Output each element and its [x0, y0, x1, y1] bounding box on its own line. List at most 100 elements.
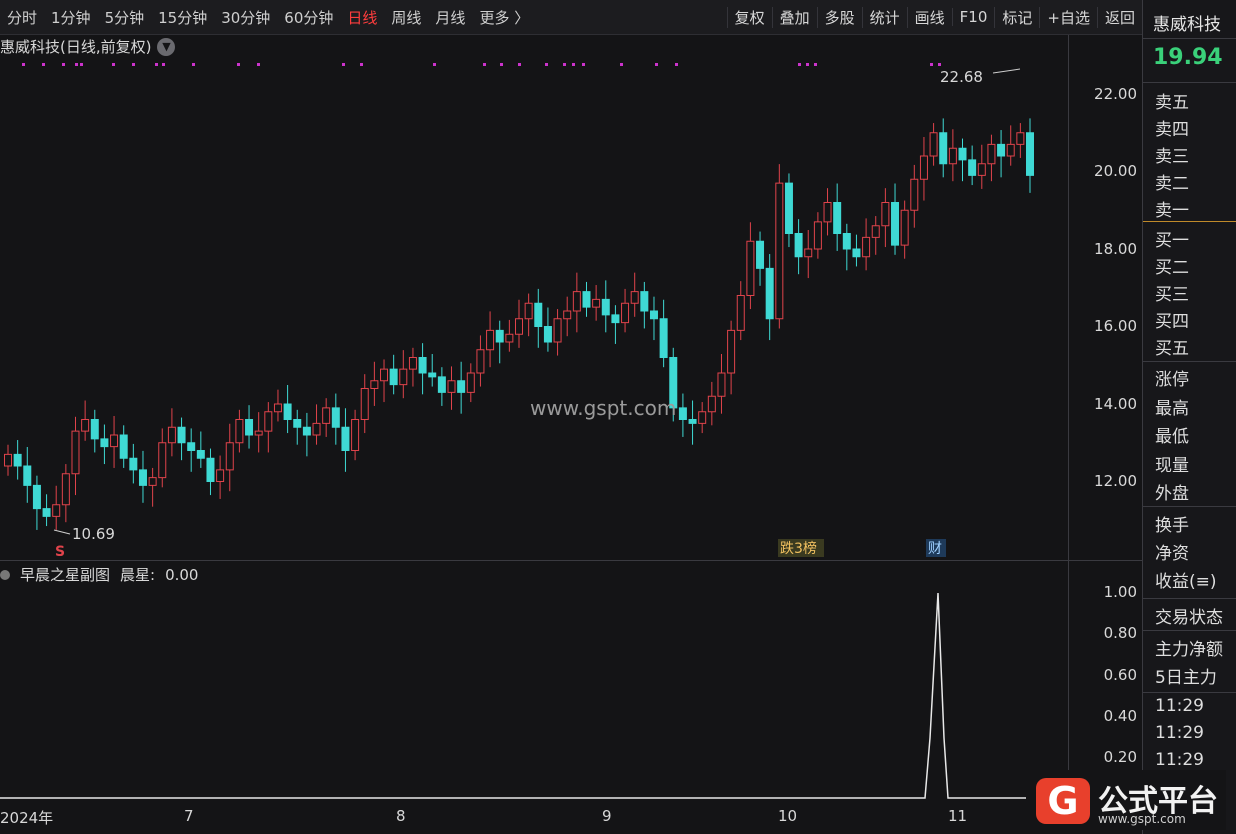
date-tick: 9: [602, 807, 612, 825]
sell-5: 卖五: [1155, 93, 1189, 113]
low-pointer-line: [53, 529, 71, 535]
candle-body: [322, 407, 331, 424]
buy-3: 买三: [1155, 285, 1189, 305]
candle-body: [842, 233, 851, 250]
tab-15min[interactable]: 15分钟: [151, 7, 214, 28]
net-assets-label: 净资: [1155, 544, 1189, 564]
date-tick: 10: [778, 807, 798, 825]
candle-body: [1006, 143, 1015, 157]
tab-monthly[interactable]: 月线: [428, 7, 472, 28]
dragon-tag: 跌3榜: [780, 540, 817, 557]
candle-body: [447, 380, 456, 393]
tab-30min[interactable]: 30分钟: [214, 7, 277, 28]
sub-axis-tick: 1.00: [1103, 583, 1137, 601]
candle-body: [852, 248, 861, 258]
multi-stock-button[interactable]: 多股: [816, 6, 862, 28]
signal-marker: [62, 63, 65, 66]
candle-body: [331, 407, 340, 428]
mark-button[interactable]: 标记: [994, 6, 1039, 28]
signal-marker: [483, 63, 486, 66]
candle-body: [32, 484, 41, 510]
statistics-button[interactable]: 统计: [861, 6, 907, 28]
tab-more[interactable]: 更多 〉: [472, 7, 536, 28]
panel-sep: [1143, 361, 1236, 362]
signal-marker: [132, 63, 135, 66]
signal-marker: [192, 63, 195, 66]
candle-body: [100, 438, 109, 448]
bid-ask-sep: [1143, 221, 1236, 222]
panel-sep: [1143, 506, 1236, 507]
sub-chart-name: 早晨之星副图: [20, 566, 111, 584]
candle-body: [563, 310, 572, 320]
candle-body: [871, 225, 880, 238]
sub-axis-tick: 0.40: [1103, 707, 1137, 725]
candle-body: [273, 403, 282, 413]
candle-body: [727, 329, 736, 374]
tab-60min[interactable]: 60分钟: [277, 7, 340, 28]
candle-body: [13, 453, 22, 467]
indicator-toggle-icon[interactable]: [0, 569, 10, 580]
signal-marker: [798, 63, 801, 66]
quote-panel: 惠威科技 19.94 卖五 卖四 卖三 卖二 卖一 买一 买二 买三 买四 买五…: [1142, 0, 1236, 834]
candle-body: [370, 380, 379, 389]
candle-body: [592, 298, 601, 308]
signal-markers: [22, 63, 941, 66]
fuquan-button[interactable]: 复权: [726, 6, 772, 28]
signal-marker: [938, 63, 941, 66]
signal-marker: [360, 63, 363, 66]
candle-body: [302, 426, 311, 436]
logo-g-icon: G: [1036, 778, 1090, 824]
candle-body: [717, 372, 726, 397]
candle-body: [804, 248, 813, 258]
candle-body: [399, 368, 408, 386]
candle-body: [90, 419, 99, 440]
candle-body: [1016, 132, 1025, 145]
candle-body: [524, 302, 533, 320]
candle-body: [553, 318, 562, 343]
tick-time: 11:29: [1155, 696, 1204, 716]
tab-daily[interactable]: 日线: [340, 7, 384, 28]
candle-body: [939, 132, 948, 165]
tab-fenshi[interactable]: 分时: [0, 7, 44, 28]
candle-body: [987, 143, 996, 165]
signal-marker: [572, 63, 575, 66]
chart-divider: [0, 560, 1142, 561]
candle-body: [659, 318, 668, 358]
high-label-panel: 最高: [1155, 399, 1189, 419]
candle-body: [341, 426, 350, 451]
add-watchlist-button[interactable]: +自选: [1039, 6, 1097, 28]
candle-body: [881, 202, 890, 227]
candle-body: [389, 368, 398, 386]
f10-button[interactable]: F10: [951, 8, 995, 26]
candle-body: [71, 430, 80, 475]
s-mark-tag: S: [55, 544, 65, 560]
earnings-label: 收益(≡): [1155, 572, 1217, 592]
candle-body: [534, 302, 543, 327]
candle-body: [649, 310, 658, 320]
sell-2: 卖二: [1155, 174, 1189, 194]
candle-body: [572, 291, 581, 312]
candle-body: [765, 267, 774, 320]
candle-body: [746, 240, 755, 296]
chevron-down-icon[interactable]: ▼: [157, 37, 176, 56]
tab-1min[interactable]: 1分钟: [44, 7, 98, 28]
tab-5min[interactable]: 5分钟: [98, 7, 152, 28]
signal-marker: [342, 63, 345, 66]
candle-body: [505, 333, 514, 343]
overlay-button[interactable]: 叠加: [771, 6, 817, 28]
sell-3: 卖三: [1155, 147, 1189, 167]
candle-body: [293, 419, 302, 428]
buy-5: 买五: [1155, 339, 1189, 359]
draw-line-button[interactable]: 画线: [906, 6, 952, 28]
candle-body: [1026, 132, 1034, 176]
tick-time: 11:29: [1155, 723, 1204, 743]
price-tick: 12.00: [1094, 472, 1137, 490]
candle-body: [621, 302, 630, 324]
tab-weekly[interactable]: 周线: [384, 7, 428, 28]
panel-sep: [1143, 630, 1236, 631]
candle-body: [948, 147, 957, 165]
back-button[interactable]: 返回: [1096, 6, 1142, 28]
candle-body: [245, 419, 254, 436]
signal-marker: [806, 63, 809, 66]
candle-body: [4, 453, 12, 467]
